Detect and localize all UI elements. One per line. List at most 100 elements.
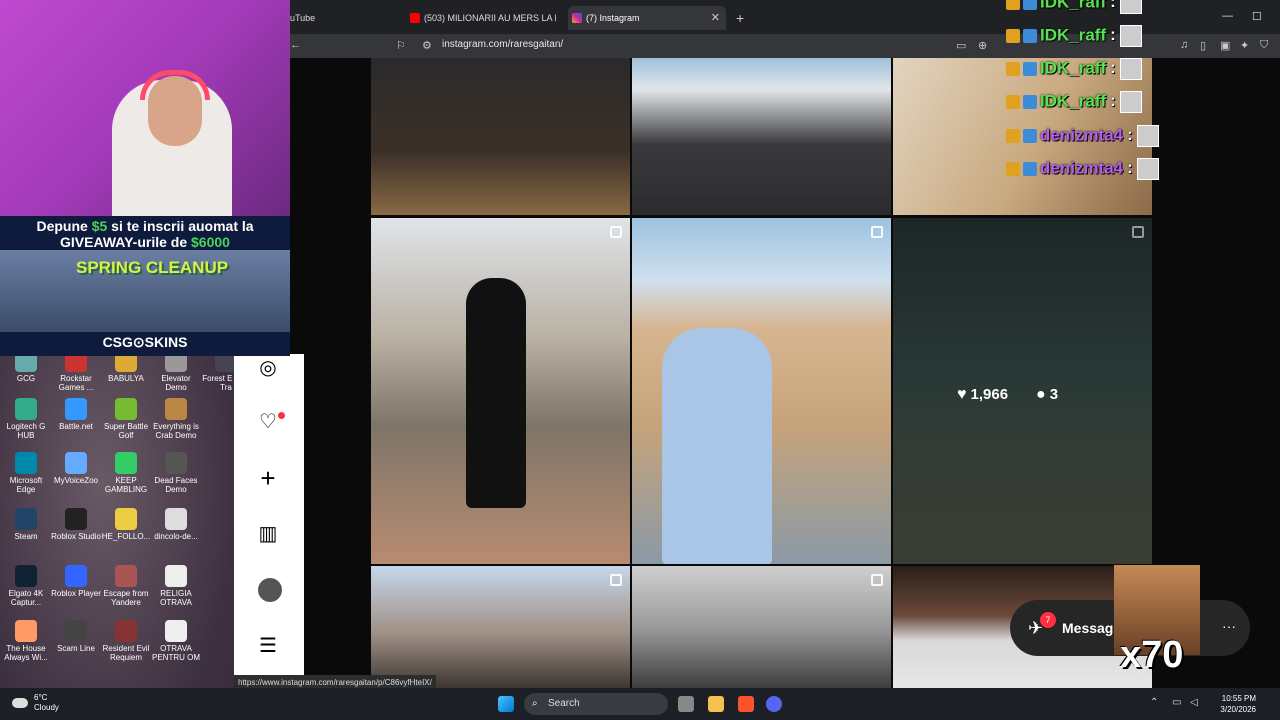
desktop-icon[interactable]: Resident Evil Requiem: [100, 620, 152, 662]
sponsor-logo: CSG⊙SKINS: [102, 334, 188, 350]
explore-icon[interactable]: ◎: [256, 356, 280, 380]
cast-icon[interactable]: ▭: [956, 39, 966, 52]
taskbar-search[interactable]: ⌕ Search: [524, 693, 668, 715]
cloud-icon: [12, 698, 28, 708]
desktop-icon[interactable]: Scam Line: [50, 620, 102, 653]
minimize-button[interactable]: —: [1222, 10, 1233, 22]
app-icon: [15, 565, 37, 587]
badge-icon: [1006, 0, 1020, 10]
zoom-icon[interactable]: ⊕: [978, 39, 987, 52]
post-tile[interactable]: [371, 566, 630, 690]
chat-username[interactable]: IDK_raff: [1040, 25, 1106, 44]
chat-username[interactable]: denizmta4: [1040, 158, 1123, 177]
post-tile[interactable]: [632, 218, 891, 564]
desktop-icon[interactable]: MyVoiceZoo: [50, 452, 102, 485]
wallet-icon[interactable]: ▣: [1220, 39, 1230, 52]
desktop-icon-label: Battle.net: [59, 422, 93, 431]
desktop-icon[interactable]: The House Always Wi...: [0, 620, 52, 662]
discord-icon[interactable]: [766, 696, 782, 712]
desktop-icon-label: Dead Faces Demo: [154, 476, 198, 494]
desktop-icon[interactable]: Everything is Crab Demo: [150, 398, 202, 440]
comment-icon: ●: [1036, 386, 1046, 403]
tray-chevron-icon[interactable]: ⌃: [1150, 697, 1158, 708]
app-icon: [15, 452, 37, 474]
desktop-icon[interactable]: HE_FOLLO...: [100, 508, 152, 541]
desktop-icon[interactable]: KEEP GAMBLING: [100, 452, 152, 494]
network-icon[interactable]: ▭: [1172, 697, 1181, 708]
windows-start-icon[interactable]: [498, 696, 514, 712]
dashboard-icon[interactable]: ▥: [256, 522, 280, 546]
desktop-icon-label: Elevator Demo: [161, 374, 191, 392]
app-icon: [15, 508, 37, 530]
extensions-icon[interactable]: ✦: [1240, 39, 1249, 52]
desktop-icon[interactable]: Steam: [0, 508, 52, 541]
desktop-icon[interactable]: Escape from Yandere: [100, 565, 152, 607]
app-icon: [115, 398, 137, 420]
bookmark-icon[interactable]: ⚐: [396, 39, 406, 52]
desktop-icon[interactable]: Logitech G HUB: [0, 398, 52, 440]
url-text[interactable]: instagram.com/raresgaitan/: [442, 39, 563, 50]
desktop-icon[interactable]: Elevator Demo: [150, 350, 202, 392]
desktop-icon[interactable]: Rockstar Games ...: [50, 350, 102, 392]
desktop-icon[interactable]: OTRAVA PENTRU OM: [150, 620, 202, 662]
app-icon: [165, 620, 187, 642]
task-view-icon[interactable]: [678, 696, 694, 712]
create-plus-icon[interactable]: +: [256, 465, 280, 491]
tab-label: (7) Instagram: [586, 13, 640, 23]
chat-username[interactable]: IDK_raff: [1040, 58, 1106, 77]
comments-count: ● 3: [1036, 386, 1059, 403]
desktop-icon-label: Rockstar Games ...: [58, 374, 94, 392]
post-tile-hovered[interactable]: ♥ 1,966 ● 3: [893, 218, 1152, 564]
desktop-icon[interactable]: dincolo-de...: [150, 508, 202, 541]
post-tile[interactable]: [371, 58, 630, 215]
new-tab-button[interactable]: +: [736, 10, 744, 26]
spring-cleanup-title: SPRING CLEANUP: [76, 258, 229, 277]
profile-avatar[interactable]: [258, 578, 282, 602]
post-tile[interactable]: [632, 566, 891, 690]
youtube-icon: [410, 13, 420, 23]
site-info-icon[interactable]: ⚙: [422, 39, 432, 52]
brave-browser-icon[interactable]: [738, 696, 754, 712]
menu-hamburger-icon[interactable]: ☰: [256, 634, 280, 658]
back-arrow-icon[interactable]: ←: [290, 39, 301, 51]
post-tile[interactable]: [632, 58, 891, 215]
app-icon: [65, 452, 87, 474]
post-tile[interactable]: [371, 218, 630, 564]
badge-icon: [1023, 29, 1037, 43]
tab-label: (503) MILIONARII AU MERS LA MAJO: [424, 13, 556, 23]
emote-image: [1119, 91, 1142, 113]
weather-widget[interactable]: 6°C Cloudy: [34, 693, 59, 713]
desktop-icon-label: Resident Evil Requiem: [102, 644, 150, 662]
desktop-icon[interactable]: Roblox Studio: [50, 508, 102, 541]
more-icon[interactable]: ···: [1222, 618, 1236, 634]
desktop-icon[interactable]: Elgato 4K Captur...: [0, 565, 52, 607]
shield-icon[interactable]: ⛉: [1260, 39, 1268, 52]
notifications-heart-icon[interactable]: ♡: [256, 410, 280, 434]
tab-youtube[interactable]: uTube: [290, 6, 400, 30]
person-figure: [466, 278, 526, 508]
desktop-icon[interactable]: Roblox Player: [50, 565, 102, 598]
music-icon[interactable]: ♫: [1180, 39, 1188, 51]
desktop-icon[interactable]: Super Battle Golf: [100, 398, 152, 440]
desktop-icon[interactable]: Microsoft Edge: [0, 452, 52, 494]
volume-icon[interactable]: ◁: [1190, 697, 1198, 708]
app-icon: [165, 452, 187, 474]
chat-message: IDK_raff:: [1006, 0, 1142, 14]
chat-username[interactable]: IDK_raff: [1040, 91, 1106, 110]
chat-username[interactable]: IDK_raff: [1040, 0, 1106, 11]
headset: [140, 70, 210, 100]
sidebar-icon[interactable]: ▯: [1200, 39, 1206, 52]
instagram-sidebar: ◎ ♡ + ▥ ☰: [234, 354, 304, 690]
tab-youtube-video[interactable]: (503) MILIONARII AU MERS LA MAJO: [406, 6, 556, 30]
maximize-button[interactable]: ☐: [1252, 10, 1262, 23]
tab-instagram[interactable]: (7) Instagram ✕: [568, 6, 726, 30]
desktop-icon-label: dincolo-de...: [154, 532, 198, 541]
notification-dot: [278, 412, 285, 419]
chat-username[interactable]: denizmta4: [1040, 125, 1123, 144]
desktop-icon[interactable]: Dead Faces Demo: [150, 452, 202, 494]
desktop-icon[interactable]: RELIGIA OTRAVA: [150, 565, 202, 607]
desktop-icon[interactable]: Battle.net: [50, 398, 102, 431]
clock[interactable]: 10:55 PM 3/20/2026: [1220, 693, 1256, 715]
close-icon[interactable]: ✕: [711, 6, 720, 30]
file-explorer-icon[interactable]: [708, 696, 724, 712]
